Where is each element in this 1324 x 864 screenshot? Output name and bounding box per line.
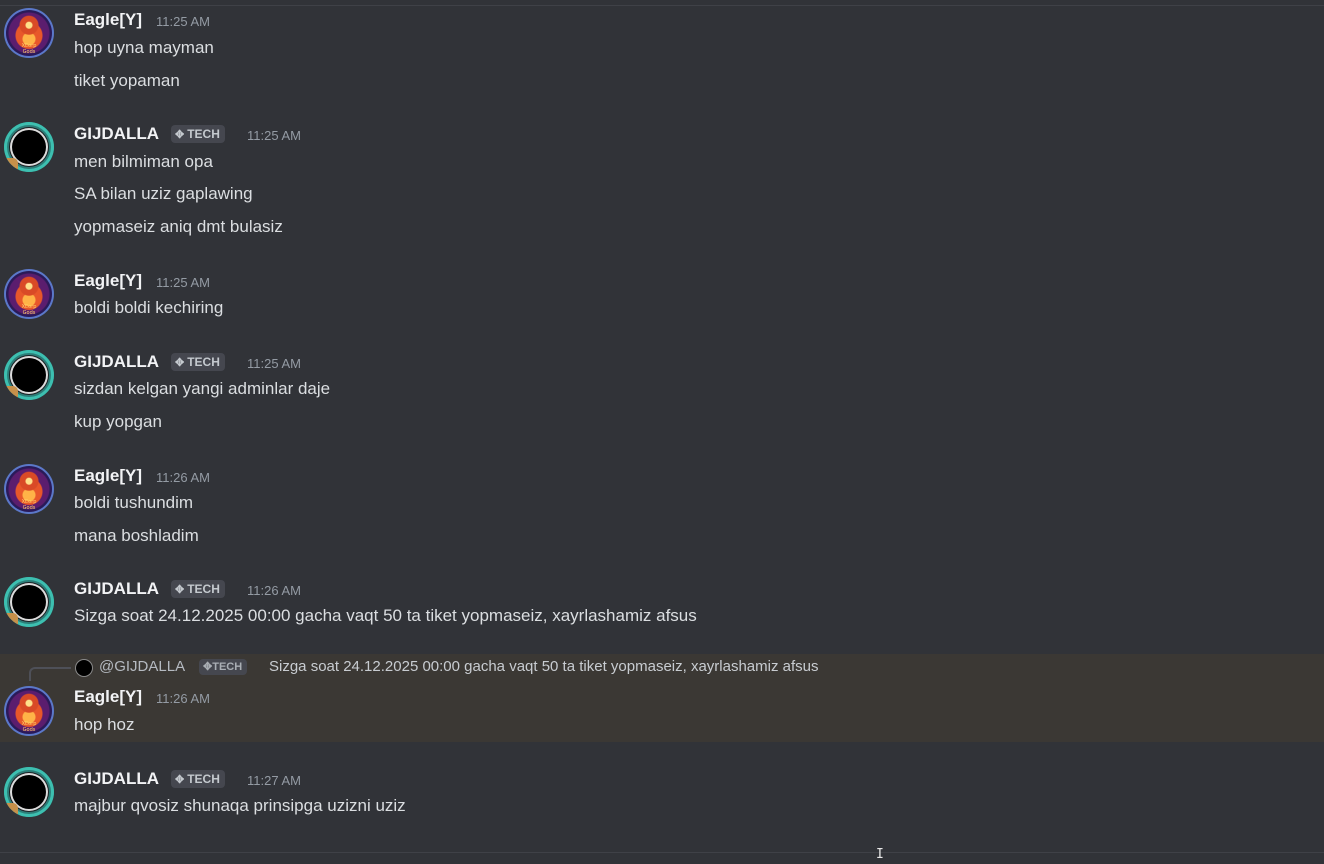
timestamp[interactable]: 11:25 AM (247, 128, 301, 143)
username[interactable]: GIJDALLA (74, 124, 159, 144)
reply-username[interactable]: @GIJDALLA (99, 658, 185, 675)
role-badge-label: TECH (187, 582, 220, 596)
avatar-art-icon (17, 14, 41, 42)
role-badge[interactable]: ✥ TECH (171, 580, 225, 598)
avatar-logo-text: XCorp Gods (21, 304, 37, 316)
message-group: GIJDALLA ✥ TECH 11:26 AM Sizga soat 24.12… (0, 569, 1324, 639)
message-text: men bilmiman opa (74, 152, 213, 171)
text-cursor-icon: I (876, 847, 884, 862)
avatar-decoration-icon (4, 613, 18, 625)
avatar[interactable] (4, 767, 54, 817)
avatar-decoration-icon (4, 158, 18, 170)
diamond-move-icon: ✥ (203, 661, 213, 673)
avatar-decoration-icon (4, 386, 18, 398)
message-text: hop uyna mayman (74, 38, 214, 57)
avatar-art-icon (17, 275, 41, 303)
avatar-blackhole-icon (12, 775, 46, 809)
username[interactable]: Eagle[Y] (74, 687, 142, 707)
role-badge-label: TECH (187, 355, 220, 369)
avatar-decoration-icon (4, 803, 18, 815)
diamond-move-icon: ✥ (175, 357, 185, 369)
username[interactable]: GIJDALLA (74, 579, 159, 599)
message-text: SA bilan uziz gaplawing (74, 184, 253, 203)
diamond-move-icon: ✥ (175, 584, 185, 596)
message-text: Sizga soat 24.12.2025 00:00 gacha vaqt 5… (74, 606, 697, 625)
role-badge[interactable]: ✥ TECH (171, 353, 225, 371)
message-group: XCorp Gods Eagle[Y] 11:25 AM boldi boldi… (0, 261, 1324, 331)
avatar[interactable]: XCorp Gods (4, 8, 54, 58)
reply-preview-text[interactable]: Sizga soat 24.12.2025 00:00 gacha vaqt 5… (269, 658, 819, 675)
timestamp[interactable]: 11:26 AM (247, 583, 301, 598)
avatar[interactable]: XCorp Gods (4, 269, 54, 319)
role-badge[interactable]: ✥ TECH (171, 125, 225, 143)
message-text: sizdan kelgan yangi adminlar daje (74, 379, 331, 398)
username[interactable]: Eagle[Y] (74, 466, 142, 486)
timestamp[interactable]: 11:25 AM (247, 356, 301, 371)
username[interactable]: Eagle[Y] (74, 271, 142, 291)
role-badge-label: TECH (187, 772, 220, 786)
message-text: boldi boldi kechiring (74, 298, 224, 317)
timestamp[interactable]: 11:25 AM (156, 275, 210, 290)
avatar-blackhole-icon (12, 130, 46, 164)
chat-message-list: XCorp Gods Eagle[Y] 11:25 AM hop uyna ma… (0, 0, 1324, 864)
username[interactable]: GIJDALLA (74, 352, 159, 372)
avatar-blackhole-icon (12, 358, 46, 392)
message-group: XCorp Gods Eagle[Y] 11:26 AM boldi tushu… (0, 456, 1324, 556)
message-group: XCorp Gods Eagle[Y] 11:25 AM hop uyna ma… (0, 0, 1324, 100)
role-badge[interactable]: ✥ TECH (171, 770, 225, 788)
bottom-divider (0, 852, 1324, 853)
avatar-logo-text: XCorp Gods (21, 43, 37, 55)
timestamp[interactable]: 11:25 AM (156, 14, 210, 29)
reply-avatar[interactable] (76, 660, 92, 676)
timestamp[interactable]: 11:26 AM (156, 691, 210, 706)
message-text: mana boshladim (74, 526, 199, 545)
avatar-logo-text: XCorp Gods (21, 721, 37, 733)
reply-connector (29, 667, 71, 681)
message-text: majbur qvosiz shunaqa prinsipga uzizni u… (74, 796, 406, 815)
role-badge-label: TECH (187, 127, 220, 141)
avatar[interactable]: XCorp Gods (4, 464, 54, 514)
message-text: kup yopgan (74, 412, 162, 431)
avatar-art-icon (17, 692, 41, 720)
message-text: yopmaseiz aniq dmt bulasiz (74, 217, 283, 236)
avatar[interactable] (4, 350, 54, 400)
avatar-logo-text: XCorp Gods (21, 499, 37, 511)
diamond-move-icon: ✥ (175, 129, 185, 141)
timestamp[interactable]: 11:27 AM (247, 773, 301, 788)
diamond-move-icon: ✥ (175, 774, 185, 786)
avatar[interactable]: XCorp Gods (4, 686, 54, 736)
avatar-art-icon (17, 470, 41, 498)
message-text: boldi tushundim (74, 493, 194, 512)
username[interactable]: Eagle[Y] (74, 10, 142, 30)
reply-role-badge: ✥TECH (199, 659, 248, 675)
timestamp[interactable]: 11:26 AM (156, 470, 210, 485)
reply-role-badge-label: TECH (212, 661, 243, 673)
username[interactable]: GIJDALLA (74, 769, 159, 789)
message-text: tiket yopaman (74, 71, 180, 90)
avatar[interactable] (4, 577, 54, 627)
message-group: GIJDALLA ✥ TECH 11:27 AM majbur qvosiz sh… (0, 759, 1324, 839)
avatar[interactable] (4, 122, 54, 172)
message-group: GIJDALLA ✥ TECH 11:25 AM sizdan kelgan ya… (0, 342, 1324, 442)
avatar-blackhole-icon (12, 585, 46, 619)
message-group-reply: @GIJDALLA ✥TECH Sizga soat 24.12.2025 00… (0, 654, 1324, 742)
message-group: GIJDALLA ✥ TECH 11:25 AM men bilmiman opa… (0, 114, 1324, 244)
message-text: hop hoz (74, 715, 135, 734)
